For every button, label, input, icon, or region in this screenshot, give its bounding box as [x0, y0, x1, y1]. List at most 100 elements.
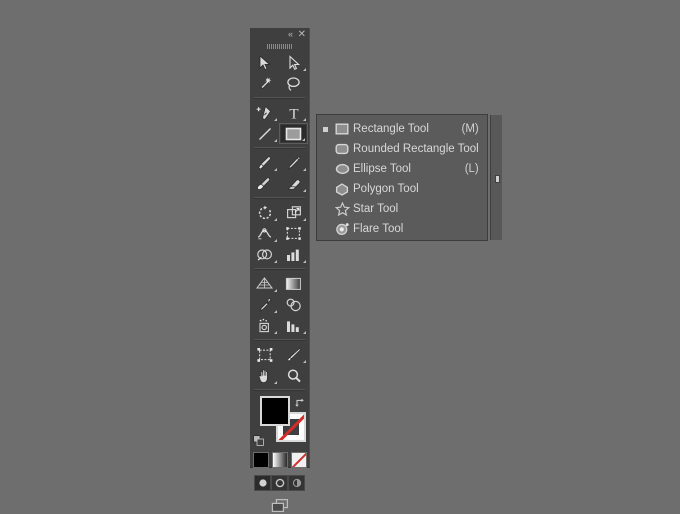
none-swatch-button[interactable] — [291, 452, 307, 468]
pencil-tool[interactable] — [279, 152, 308, 173]
default-fill-stroke-icon[interactable] — [253, 434, 265, 446]
draw-behind-button[interactable] — [271, 475, 288, 491]
width-tool[interactable] — [250, 223, 279, 244]
tool-row — [250, 202, 309, 223]
draw-inside-button[interactable] — [288, 475, 305, 491]
free-transform-tool[interactable] — [279, 223, 308, 244]
flyout-item-polygon-tool[interactable]: Polygon Tool — [317, 179, 490, 199]
flyout-item-label: Flare Tool — [353, 223, 479, 235]
tool-row — [250, 152, 309, 173]
draw-normal-button[interactable] — [254, 475, 271, 491]
flyout-item-label: Rounded Rectangle Tool — [353, 143, 479, 155]
change-screen-mode-button[interactable] — [268, 498, 292, 514]
symbol-sprayer-tool[interactable] — [250, 315, 279, 336]
eyedropper-tool[interactable] — [250, 294, 279, 315]
flyout-indicator-icon — [303, 218, 306, 221]
flyout-item-ellipse-tool[interactable]: Ellipse Tool (L) — [317, 159, 490, 179]
gradient-swatch-button[interactable] — [272, 452, 288, 468]
polygon-icon — [331, 183, 353, 196]
selection-tool[interactable] — [250, 52, 279, 73]
flyout-item-rectangle-tool[interactable]: Rectangle Tool (M) — [317, 119, 490, 139]
tools-panel[interactable]: « ✕ — [250, 28, 310, 468]
flyout-indicator-icon — [303, 168, 306, 171]
toolbar-separator — [254, 339, 305, 341]
column-graph-tool[interactable] — [279, 244, 308, 265]
paintbrush-tool[interactable] — [250, 152, 279, 173]
lasso-tool[interactable] — [279, 73, 308, 94]
color-swatch-button[interactable] — [253, 452, 269, 468]
flyout-indicator-icon — [274, 139, 277, 142]
toolbar-separator — [254, 389, 305, 391]
collapse-panel-icon[interactable]: « — [288, 29, 292, 40]
toolbar-separator — [254, 197, 305, 199]
artboard-tool[interactable] — [250, 344, 279, 365]
rotate-tool[interactable] — [250, 202, 279, 223]
pen-tool[interactable] — [250, 102, 279, 123]
color-mode-buttons — [250, 452, 309, 468]
flyout-indicator-icon — [274, 289, 277, 292]
hand-tool[interactable] — [250, 365, 279, 386]
draw-mode-buttons — [250, 475, 309, 491]
perspective-grid-tool[interactable] — [250, 273, 279, 294]
tool-row — [250, 173, 309, 194]
tool-row — [250, 223, 309, 244]
svg-text:T: T — [289, 106, 298, 121]
flyout-item-rounded-rectangle-tool[interactable]: Rounded Rectangle Tool — [317, 139, 490, 159]
rectangle-tool-flyout[interactable]: Rectangle Tool (M) Rounded Rectangle Too… — [316, 114, 488, 241]
active-tool-bullet-icon — [320, 127, 331, 132]
tools-grid: T — [250, 51, 309, 514]
flyout-indicator-icon — [303, 189, 306, 192]
line-segment-tool[interactable] — [250, 123, 279, 144]
column-graph-tool-2[interactable] — [279, 315, 308, 336]
close-panel-icon[interactable]: ✕ — [298, 29, 305, 40]
flyout-item-star-tool[interactable]: Star Tool — [317, 199, 490, 219]
flyout-indicator-icon — [274, 218, 277, 221]
fill-stroke-controls — [250, 394, 309, 450]
tool-row — [250, 315, 309, 336]
flyout-item-flare-tool[interactable]: Flare Tool — [317, 219, 490, 239]
zoom-tool[interactable] — [279, 365, 308, 386]
tool-row — [250, 73, 309, 94]
flyout-indicator-icon — [302, 138, 305, 141]
flyout-indicator-icon — [274, 168, 277, 171]
shape-builder-tool[interactable] — [250, 244, 279, 265]
toolbar-separator — [254, 268, 305, 270]
eraser-tool[interactable] — [279, 173, 308, 194]
flyout-item-label: Polygon Tool — [353, 183, 479, 195]
flyout-indicator-icon — [303, 260, 306, 263]
drag-handle-dots — [267, 44, 293, 49]
magic-wand-tool[interactable] — [250, 73, 279, 94]
tools-panel-header[interactable]: « ✕ — [250, 28, 309, 41]
flyout-indicator-icon — [303, 360, 306, 363]
flyout-indicator-icon — [274, 331, 277, 334]
flyout-indicator-icon — [274, 260, 277, 263]
tool-row — [250, 244, 309, 265]
flyout-item-shortcut: (L) — [465, 163, 490, 175]
drag-handle[interactable] — [250, 41, 309, 51]
flyout-item-label: Ellipse Tool — [353, 163, 465, 175]
rectangle-icon — [331, 123, 353, 135]
scale-tool[interactable] — [279, 202, 308, 223]
type-tool[interactable]: T — [279, 102, 308, 123]
fill-swatch[interactable] — [260, 396, 290, 426]
tool-row — [250, 123, 309, 144]
tear-off-grip-icon — [495, 175, 500, 183]
blob-brush-tool[interactable] — [250, 173, 279, 194]
flyout-item-label: Rectangle Tool — [353, 123, 462, 135]
flyout-indicator-icon — [274, 310, 277, 313]
tool-row — [250, 273, 309, 294]
tool-row — [250, 344, 309, 365]
gradient-tool[interactable] — [279, 273, 308, 294]
tool-row — [250, 294, 309, 315]
screen-mode-row — [250, 498, 309, 514]
blend-tool[interactable] — [279, 294, 308, 315]
slice-tool[interactable] — [279, 344, 308, 365]
flyout-indicator-icon — [274, 118, 277, 121]
direct-selection-tool[interactable] — [279, 52, 308, 73]
flyout-indicator-icon — [274, 381, 277, 384]
rectangle-tool[interactable] — [279, 123, 308, 144]
tear-off-strip[interactable] — [490, 115, 502, 240]
flyout-indicator-icon — [303, 118, 306, 121]
flyout-indicator-icon — [274, 239, 277, 242]
swap-fill-stroke-icon[interactable] — [294, 395, 305, 406]
